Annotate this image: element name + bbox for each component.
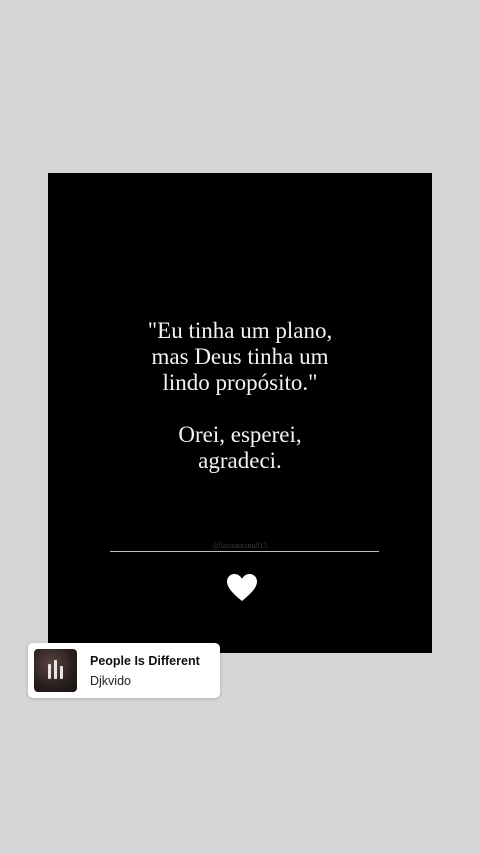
quote-line: "Eu tinha um plano, xyxy=(147,318,333,343)
music-bars-icon xyxy=(48,660,63,679)
music-sticker[interactable]: People Is Different Djkvido xyxy=(28,643,220,698)
quote-spacer xyxy=(48,396,432,422)
watermark-handle: @laissantana815 xyxy=(212,541,268,550)
track-title: People Is Different xyxy=(90,654,200,668)
story-post-card: "Eu tinha um plano, mas Deus tinha um li… xyxy=(48,173,432,653)
closing-line: Orei, esperei, xyxy=(178,422,302,447)
divider-line xyxy=(110,551,379,552)
quote-text: "Eu tinha um plano, mas Deus tinha um li… xyxy=(48,318,432,474)
heart-icon xyxy=(227,574,257,601)
quote-line: lindo propósito." xyxy=(162,370,318,395)
track-artist: Djkvido xyxy=(90,674,131,688)
quote-line: mas Deus tinha um xyxy=(151,344,329,369)
album-art xyxy=(34,649,77,692)
closing-line: agradeci. xyxy=(198,448,282,473)
